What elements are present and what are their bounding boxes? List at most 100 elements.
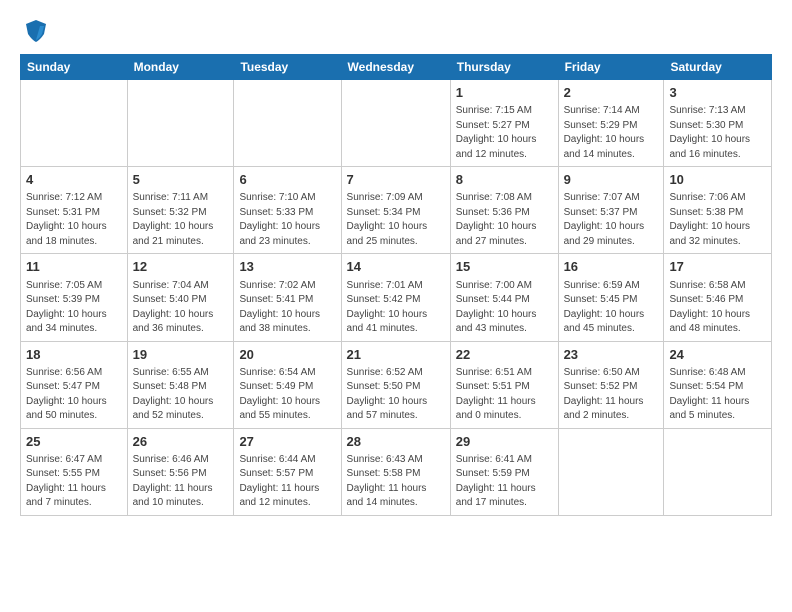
day-number: 28 [347, 433, 445, 451]
day-number: 11 [26, 258, 122, 276]
day-number: 13 [239, 258, 335, 276]
day-number: 24 [669, 346, 766, 364]
day-info: Sunrise: 7:07 AMSunset: 5:37 PMDaylight:… [564, 191, 659, 249]
logo [20, 16, 50, 44]
calendar-week-row: 11 Sunrise: 7:05 AMSunset: 5:39 PMDayligh… [21, 254, 772, 341]
day-number: 4 [26, 171, 122, 189]
calendar-cell: 16 Sunrise: 6:59 AMSunset: 5:45 PMDayligh… [558, 254, 664, 341]
day-number: 15 [456, 258, 553, 276]
day-info: Sunrise: 7:11 AMSunset: 5:32 PMDaylight:… [133, 191, 229, 249]
calendar-cell: 8 Sunrise: 7:08 AMSunset: 5:36 PMDaylight… [450, 167, 558, 254]
calendar-cell: 28 Sunrise: 6:43 AMSunset: 5:58 PMDayligh… [341, 428, 450, 515]
day-info: Sunrise: 6:55 AMSunset: 5:48 PMDaylight:… [133, 366, 229, 424]
weekday-header: Wednesday [341, 55, 450, 80]
day-info: Sunrise: 7:05 AMSunset: 5:39 PMDaylight:… [26, 279, 122, 337]
calendar-cell: 6Sunrise: 7:10 AMSunset: 5:33 PMDaylight… [234, 167, 341, 254]
calendar-cell: 1Sunrise: 7:15 AMSunset: 5:27 PMDaylight… [450, 80, 558, 167]
day-info: Sunrise: 6:47 AMSunset: 5:55 PMDaylight:… [26, 453, 122, 511]
day-info: Sunrise: 7:13 AMSunset: 5:30 PMDaylight:… [669, 104, 766, 162]
calendar-cell: 19 Sunrise: 6:55 AMSunset: 5:48 PMDayligh… [127, 341, 234, 428]
day-info: Sunrise: 6:43 AMSunset: 5:58 PMDaylight:… [347, 453, 445, 511]
calendar-week-row: 25Sunrise: 6:47 AMSunset: 5:55 PMDayligh… [21, 428, 772, 515]
calendar-cell: 7 Sunrise: 7:09 AMSunset: 5:34 PMDaylight… [341, 167, 450, 254]
day-info: Sunrise: 6:59 AMSunset: 5:45 PMDaylight:… [564, 279, 659, 337]
day-info: Sunrise: 7:01 AMSunset: 5:42 PMDaylight:… [347, 279, 445, 337]
calendar-cell: 12Sunrise: 7:04 AMSunset: 5:40 PMDayligh… [127, 254, 234, 341]
calendar-cell [21, 80, 128, 167]
day-info: Sunrise: 7:12 AMSunset: 5:31 PMDaylight:… [26, 191, 122, 249]
day-number: 2 [564, 84, 659, 102]
weekday-header: Friday [558, 55, 664, 80]
weekday-header: Sunday [21, 55, 128, 80]
page: SundayMondayTuesdayWednesdayThursdayFrid… [0, 0, 792, 526]
day-info: Sunrise: 6:44 AMSunset: 5:57 PMDaylight:… [239, 453, 335, 511]
calendar-cell: 27 Sunrise: 6:44 AMSunset: 5:57 PMDayligh… [234, 428, 341, 515]
day-number: 9 [564, 171, 659, 189]
weekday-header: Thursday [450, 55, 558, 80]
day-number: 5 [133, 171, 229, 189]
calendar: SundayMondayTuesdayWednesdayThursdayFrid… [20, 54, 772, 516]
day-number: 29 [456, 433, 553, 451]
day-number: 20 [239, 346, 335, 364]
calendar-cell: 17 Sunrise: 6:58 AMSunset: 5:46 PMDayligh… [664, 254, 772, 341]
calendar-cell: 2 Sunrise: 7:14 AMSunset: 5:29 PMDaylight… [558, 80, 664, 167]
calendar-cell: 15 Sunrise: 7:00 AMSunset: 5:44 PMDayligh… [450, 254, 558, 341]
day-number: 3 [669, 84, 766, 102]
day-info: Sunrise: 6:46 AMSunset: 5:56 PMDaylight:… [133, 453, 229, 511]
calendar-week-row: 4 Sunrise: 7:12 AMSunset: 5:31 PMDaylight… [21, 167, 772, 254]
day-number: 18 [26, 346, 122, 364]
day-number: 27 [239, 433, 335, 451]
calendar-cell: 10Sunrise: 7:06 AMSunset: 5:38 PMDayligh… [664, 167, 772, 254]
calendar-cell: 25Sunrise: 6:47 AMSunset: 5:55 PMDayligh… [21, 428, 128, 515]
calendar-cell: 13 Sunrise: 7:02 AMSunset: 5:41 PMDayligh… [234, 254, 341, 341]
calendar-cell: 9 Sunrise: 7:07 AMSunset: 5:37 PMDaylight… [558, 167, 664, 254]
day-number: 7 [347, 171, 445, 189]
day-number: 21 [347, 346, 445, 364]
weekday-header: Saturday [664, 55, 772, 80]
day-number: 17 [669, 258, 766, 276]
day-info: Sunrise: 6:48 AMSunset: 5:54 PMDaylight:… [669, 366, 766, 424]
calendar-cell: 5 Sunrise: 7:11 AMSunset: 5:32 PMDaylight… [127, 167, 234, 254]
day-info: Sunrise: 7:02 AMSunset: 5:41 PMDaylight:… [239, 279, 335, 337]
day-number: 16 [564, 258, 659, 276]
calendar-cell: 3 Sunrise: 7:13 AMSunset: 5:30 PMDaylight… [664, 80, 772, 167]
calendar-cell [127, 80, 234, 167]
calendar-cell [664, 428, 772, 515]
calendar-cell: 20 Sunrise: 6:54 AMSunset: 5:49 PMDayligh… [234, 341, 341, 428]
day-info: Sunrise: 7:15 AMSunset: 5:27 PMDaylight:… [456, 104, 553, 162]
day-info: Sunrise: 7:08 AMSunset: 5:36 PMDaylight:… [456, 191, 553, 249]
calendar-cell: 26 Sunrise: 6:46 AMSunset: 5:56 PMDayligh… [127, 428, 234, 515]
calendar-cell: 4 Sunrise: 7:12 AMSunset: 5:31 PMDaylight… [21, 167, 128, 254]
calendar-cell [234, 80, 341, 167]
calendar-cell: 11 Sunrise: 7:05 AMSunset: 5:39 PMDayligh… [21, 254, 128, 341]
calendar-cell: 23 Sunrise: 6:50 AMSunset: 5:52 PMDayligh… [558, 341, 664, 428]
calendar-week-row: 1Sunrise: 7:15 AMSunset: 5:27 PMDaylight… [21, 80, 772, 167]
day-number: 23 [564, 346, 659, 364]
day-info: Sunrise: 6:58 AMSunset: 5:46 PMDaylight:… [669, 279, 766, 337]
day-info: Sunrise: 7:09 AMSunset: 5:34 PMDaylight:… [347, 191, 445, 249]
calendar-cell: 24 Sunrise: 6:48 AMSunset: 5:54 PMDayligh… [664, 341, 772, 428]
header [20, 16, 772, 44]
day-info: Sunrise: 6:51 AMSunset: 5:51 PMDaylight:… [456, 366, 553, 424]
day-number: 22 [456, 346, 553, 364]
day-number: 12 [133, 258, 229, 276]
logo-text [20, 16, 50, 44]
day-info: Sunrise: 7:14 AMSunset: 5:29 PMDaylight:… [564, 104, 659, 162]
weekday-header: Monday [127, 55, 234, 80]
calendar-cell: 18Sunrise: 6:56 AMSunset: 5:47 PMDayligh… [21, 341, 128, 428]
day-info: Sunrise: 7:00 AMSunset: 5:44 PMDaylight:… [456, 279, 553, 337]
day-info: Sunrise: 7:06 AMSunset: 5:38 PMDaylight:… [669, 191, 766, 249]
weekday-header: Tuesday [234, 55, 341, 80]
day-number: 26 [133, 433, 229, 451]
day-info: Sunrise: 7:10 AMSunset: 5:33 PMDaylight:… [239, 191, 335, 249]
day-info: Sunrise: 6:41 AMSunset: 5:59 PMDaylight:… [456, 453, 553, 511]
day-number: 8 [456, 171, 553, 189]
day-info: Sunrise: 6:54 AMSunset: 5:49 PMDaylight:… [239, 366, 335, 424]
calendar-cell: 29 Sunrise: 6:41 AMSunset: 5:59 PMDayligh… [450, 428, 558, 515]
weekday-header-row: SundayMondayTuesdayWednesdayThursdayFrid… [21, 55, 772, 80]
day-number: 19 [133, 346, 229, 364]
day-info: Sunrise: 6:50 AMSunset: 5:52 PMDaylight:… [564, 366, 659, 424]
calendar-cell [558, 428, 664, 515]
logo-icon [22, 16, 50, 44]
calendar-cell: 21Sunrise: 6:52 AMSunset: 5:50 PMDayligh… [341, 341, 450, 428]
